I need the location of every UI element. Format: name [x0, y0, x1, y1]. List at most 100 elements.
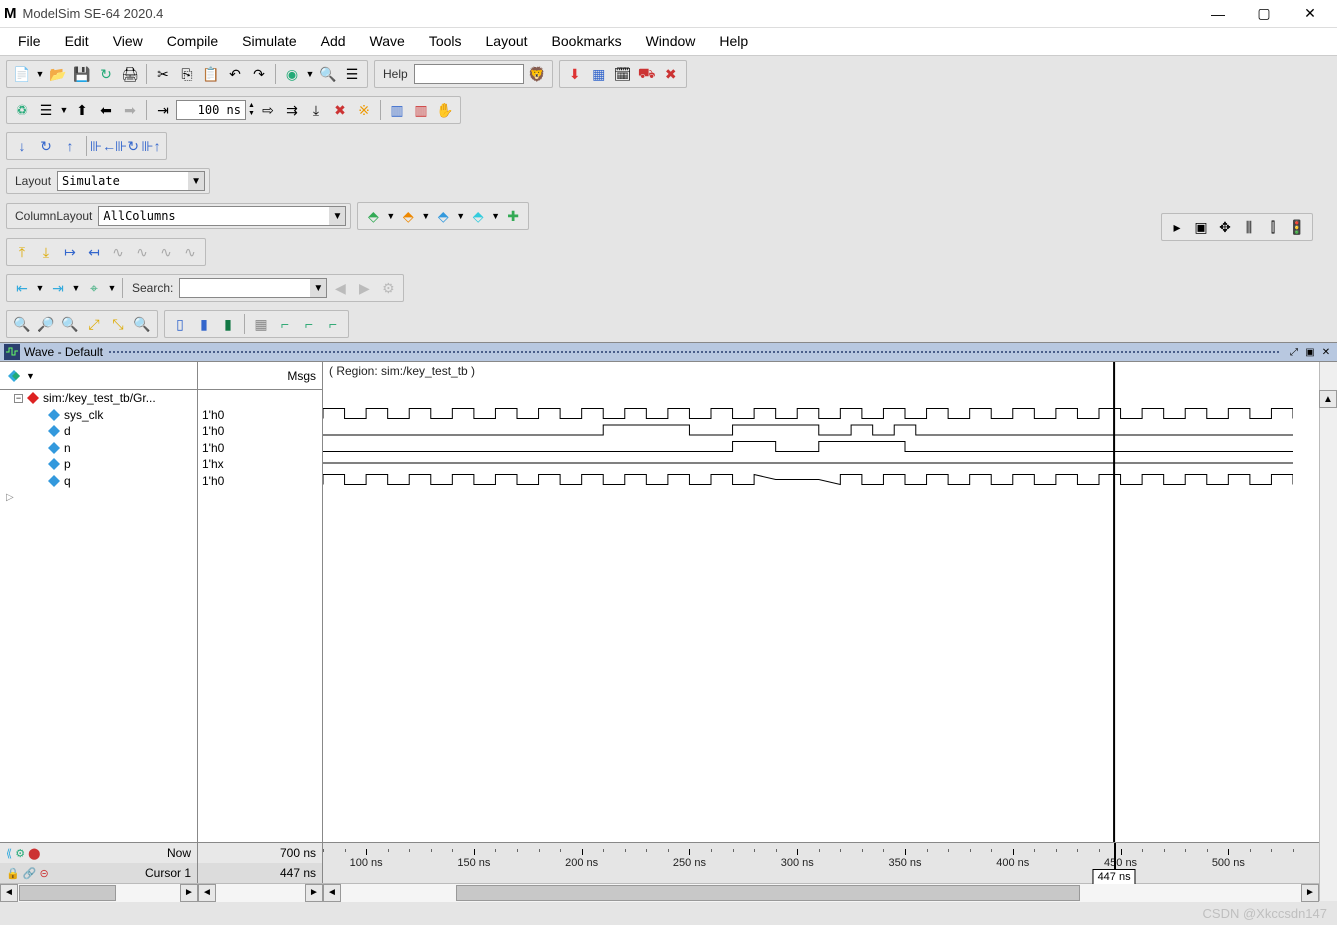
toolbox-5-icon[interactable]: ✖ [660, 63, 682, 85]
maximize-button[interactable]: ▢ [1241, 0, 1287, 28]
cube-cyan-icon[interactable]: ⬘ [467, 205, 489, 227]
menu-simulate[interactable]: Simulate [230, 28, 308, 55]
format-4-icon[interactable]: ▦ [250, 313, 272, 335]
minimize-button[interactable]: ― [1195, 0, 1241, 28]
format-5-icon[interactable]: ⌐ [274, 313, 296, 335]
cut-icon[interactable]: ✂ [152, 63, 174, 85]
redo-icon[interactable]: ↷ [248, 63, 270, 85]
menu-window[interactable]: Window [634, 28, 708, 55]
dropdown-arrow-icon[interactable]: ▼ [107, 277, 117, 299]
restart-icon[interactable]: ♽ [11, 99, 33, 121]
link-icon[interactable]: 🔗 [23, 868, 37, 880]
undo-icon[interactable]: ↶ [224, 63, 246, 85]
menu-add[interactable]: Add [309, 28, 358, 55]
traffic-light-icon[interactable]: 🚦 [1286, 216, 1308, 238]
signal-row[interactable]: p [0, 456, 197, 473]
wave-c-icon[interactable]: ⊪↑ [140, 135, 162, 157]
wave-edit-7-icon[interactable]: ∿ [155, 241, 177, 263]
cursor-up-icon[interactable]: ↑ [59, 135, 81, 157]
menu-help[interactable]: Help [707, 28, 760, 55]
help-input[interactable] [414, 64, 524, 84]
toolbox-1-icon[interactable]: ⬇ [564, 63, 586, 85]
format-7-icon[interactable]: ⌐ [322, 313, 344, 335]
stop-icon[interactable]: ※ [353, 99, 375, 121]
cube-blue-icon[interactable]: ⬘ [432, 205, 454, 227]
chevron-down-icon[interactable]: ▼ [188, 172, 204, 190]
format-6-icon[interactable]: ⌐ [298, 313, 320, 335]
toolbox-4-icon[interactable]: ⛟ [636, 63, 658, 85]
signal-row[interactable]: d [0, 423, 197, 440]
nav-list-icon[interactable]: ☰ [35, 99, 57, 121]
values-hscroll[interactable]: ◄ ► [198, 883, 323, 901]
scroll-right-icon[interactable]: ► [305, 884, 323, 902]
zoom-in-icon[interactable]: 🔍 [11, 313, 33, 335]
menu-wave[interactable]: Wave [358, 28, 417, 55]
break-icon[interactable]: ✖ [329, 99, 351, 121]
chart-1-icon[interactable]: ▥ [386, 99, 408, 121]
select-region-icon[interactable]: ▣ [1190, 216, 1212, 238]
close-pane-icon[interactable]: ✕ [1319, 345, 1333, 359]
dropdown-arrow-icon[interactable]: ▼ [71, 277, 81, 299]
compile-target-icon[interactable]: ◉ [281, 63, 303, 85]
dropdown-arrow-icon[interactable]: ▼ [59, 99, 69, 121]
wave-names-column[interactable]: ▼ − sim:/key_test_tb/Gr... sys_clk d [0, 362, 198, 842]
structure-icon[interactable]: ☰ [341, 63, 363, 85]
wave-edit-5-icon[interactable]: ∿ [107, 241, 129, 263]
wave-b-icon[interactable]: ⊪↻ [116, 135, 138, 157]
cube-orange-icon[interactable]: ⬘ [397, 205, 419, 227]
signal-row[interactable]: n [0, 440, 197, 457]
wave-timeline[interactable]: 100 ns150 ns200 ns250 ns300 ns350 ns400 … [323, 843, 1319, 883]
dropdown-arrow-icon[interactable]: ▼ [35, 277, 45, 299]
search-target-icon[interactable]: ⌖ [83, 277, 105, 299]
search-next-edge-icon[interactable]: ⇥ [47, 277, 69, 299]
run-time-input[interactable] [176, 100, 246, 120]
format-1-icon[interactable]: ▯ [169, 313, 191, 335]
dropdown-arrow-icon[interactable]: ▼ [35, 63, 45, 85]
hand-icon[interactable]: ✋ [434, 99, 456, 121]
scroll-left-icon[interactable]: ◄ [0, 884, 18, 902]
scroll-left-icon[interactable]: ◄ [198, 884, 216, 902]
menu-edit[interactable]: Edit [53, 28, 101, 55]
chevron-down-icon[interactable]: ▼ [329, 207, 345, 225]
signal-group-row[interactable]: − sim:/key_test_tb/Gr... [0, 390, 197, 407]
pointer-icon[interactable]: ▸ [1166, 216, 1188, 238]
cube-green-icon[interactable]: ⬘ [362, 205, 384, 227]
copy-icon[interactable]: ⎘ [176, 63, 198, 85]
format-3-icon[interactable]: ▮ [217, 313, 239, 335]
step-icon[interactable]: ⇥ [152, 99, 174, 121]
align-icon[interactable]: ⫿ [1262, 216, 1284, 238]
find-icon[interactable]: 🔍 [317, 63, 339, 85]
close-button[interactable]: ✕ [1287, 0, 1333, 28]
chart-2-icon[interactable]: ▥ [410, 99, 432, 121]
spin-down-icon[interactable]: ▼ [248, 110, 255, 118]
lock-icon[interactable]: 🔒 [6, 868, 20, 880]
wave-edit-8-icon[interactable]: ∿ [179, 241, 201, 263]
scroll-right-icon[interactable]: ► [1301, 884, 1319, 902]
wave-edit-3-icon[interactable]: ↦ [59, 241, 81, 263]
up-arrow-icon[interactable]: ⬆ [71, 99, 93, 121]
menu-layout[interactable]: Layout [474, 28, 540, 55]
search-combo[interactable]: ▼ [179, 278, 327, 298]
print-icon[interactable]: 🖨 [119, 63, 141, 85]
zoom-out-icon[interactable]: 🔎 [35, 313, 57, 335]
dropdown-arrow-icon[interactable]: ▼ [26, 371, 35, 381]
layout-combo[interactable]: ▼ [57, 171, 205, 191]
signal-row[interactable]: q [0, 473, 197, 490]
wave-vscroll[interactable]: ▲ [1319, 362, 1337, 901]
cursor-row[interactable]: 🔒 🔗 ⊝ Cursor 1 [0, 863, 197, 883]
wave-panel-titlebar[interactable]: Wave - Default ⤢ ▣ ✕ [0, 342, 1337, 362]
scroll-right-icon[interactable]: ► [180, 884, 198, 902]
search-prev-edge-icon[interactable]: ⇤ [11, 277, 33, 299]
cursor-spin-icon[interactable]: ↻ [35, 135, 57, 157]
wave-canvas[interactable]: ( Region: sim:/key_test_tb ) [323, 362, 1319, 842]
cursor-down-icon[interactable]: ↓ [11, 135, 33, 157]
wave-edit-2-icon[interactable]: ⤓ [35, 241, 57, 263]
new-file-icon[interactable]: 📄 [11, 63, 33, 85]
search-back-icon[interactable]: ◀ [329, 277, 351, 299]
scroll-left-icon[interactable]: ◄ [323, 884, 341, 902]
scroll-up-icon[interactable]: ▲ [1319, 390, 1337, 408]
menu-file[interactable]: File [6, 28, 53, 55]
forward-arrow-icon[interactable]: ➡ [119, 99, 141, 121]
back-arrow-icon[interactable]: ⬅ [95, 99, 117, 121]
zoom-cursor-icon[interactable]: ⤢ [83, 313, 105, 335]
